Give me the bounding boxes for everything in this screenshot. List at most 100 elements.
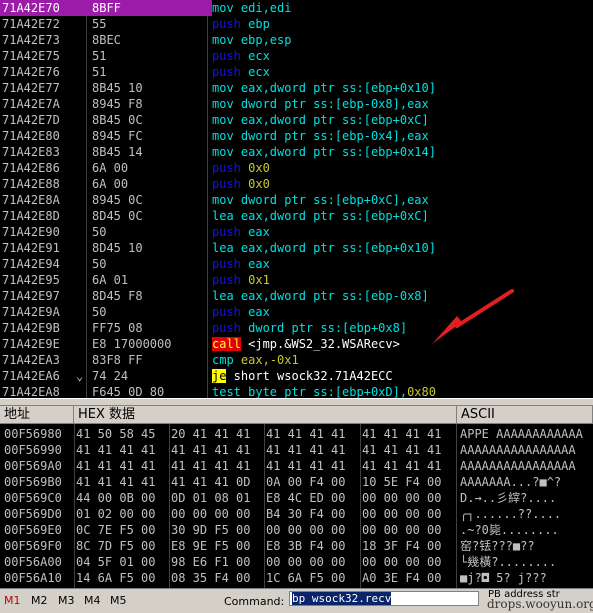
dump-hex-group: 41 41 41 41 [76,443,156,457]
disasm-instruction: mov eax,dword ptr ss:[ebp+0x10] [212,80,592,96]
dump-row[interactable]: 00F569C0 44 00 0B 00 0D 01 08 01 E8 4C ED 0… [0,490,593,506]
dump-header-ascii[interactable]: ASCII [457,406,593,424]
disasm-address: 71A42E97 [2,289,60,303]
disasm-address: 71A42E86 [2,161,60,175]
disasm-row[interactable]: 71A42E80 8945 FC mov dword ptr ss:[ebp-0x4… [0,128,593,144]
dump-hex-group: E8 3B F4 00 [266,539,346,553]
dump-hex-group: 00 00 00 00 [266,555,346,569]
disasm-instruction: mov dword ptr ss:[ebp+0xC],eax [212,192,592,208]
disasm-address: 71A42E72 [2,17,60,31]
instruction-operands: eax,dword ptr ss:[ebp+0x14] [233,145,436,159]
disasm-row[interactable]: 71A42E83 8B45 14 mov eax,dword ptr ss:[ebp… [0,144,593,160]
disasm-address: 71A42EA8 [2,385,60,398]
instruction-mnemonic: lea [212,289,234,303]
disasm-row[interactable]: 71A42E73 8BEC mov ebp,esp [0,32,593,48]
memory-tab-m3[interactable]: M3 [58,594,75,607]
dump-hex-group: E8 9E F5 00 [171,539,251,553]
disasm-row[interactable]: 71A42EA8 F645 0D 80 test byte ptr ss:[ebp+… [0,384,593,398]
disasm-row[interactable]: 71A42E90 50 push eax [0,224,593,240]
disasm-opcode: 8BFF [86,0,212,16]
dump-hex-group: 41 41 41 41 [266,443,346,457]
dump-row[interactable]: 00F56990 41 41 41 41 41 41 41 41 41 41 41 4… [0,442,593,458]
dump-row[interactable]: 00F569F0 8C 7D F5 00 E8 9E F5 00 E8 3B F4 0… [0,538,593,554]
instruction-operands: dword ptr ss:[ebp-0x8],eax [233,97,429,111]
disasm-opcode: 83F8 FF [92,353,143,367]
memory-tab-m5[interactable]: M5 [110,594,127,607]
memory-tab-m1[interactable]: M1 [4,594,21,607]
dump-hex-group: 01 02 00 00 [76,507,156,521]
dump-header-hex[interactable]: HEX 数据 [74,406,457,424]
disasm-instruction: mov eax,dword ptr ss:[ebp+0x14] [212,144,592,160]
instruction-mnemonic: mov [212,97,234,111]
disasm-row[interactable]: 71A42E72 55 push ebp [0,16,593,32]
dump-hex-group: 44 00 0B 00 [76,491,156,505]
dump-row[interactable]: 00F56A10 14 6A F5 00 08 35 F4 00 1C 6A F5 0… [0,570,593,586]
dump-row[interactable]: 00F569A0 41 41 41 41 41 41 41 41 41 41 41 4… [0,458,593,474]
disasm-row[interactable]: 71A42E9A 50 push eax [0,304,593,320]
dump-ascii: D.→..彡縡?.... [460,491,557,505]
dump-row[interactable]: 00F56980 41 50 58 45 20 41 41 41 41 41 41 4… [0,426,593,442]
memory-tab-m4[interactable]: M4 [84,594,101,607]
dump-row[interactable]: 00F569B0 41 41 41 41 41 41 41 0D 0A 00 F4 0… [0,474,593,490]
instruction-operands: eax,dword ptr ss:[ebp+0x10] [233,81,436,95]
dump-hex-group: 20 41 41 41 [171,427,251,441]
disassembly-pane[interactable]: 71A42E70 8BFF mov edi,edi 71A42E72 55 push eb… [0,0,593,398]
dump-header-address[interactable]: 地址 [0,406,74,424]
disasm-row[interactable]: 71A42E97 8D45 F8 lea eax,dword ptr ss:[ebp… [0,288,593,304]
memory-tab-m2[interactable]: M2 [31,594,48,607]
disasm-instruction: cmp eax,-0x1 [212,352,592,368]
disasm-opcode: 8D45 10 [92,241,143,255]
disasm-row[interactable]: 71A42E77 8B45 10 mov eax,dword ptr ss:[ebp… [0,80,593,96]
command-input-value[interactable]: bp wsock32.recv [292,592,392,605]
dump-hex-group: 0C 7E F5 00 [76,523,156,537]
disasm-row[interactable]: 71A42E8A 8945 0C mov dword ptr ss:[ebp+0xC… [0,192,593,208]
command-input[interactable]: bp wsock32.recv [289,591,479,606]
instruction-operands: eax [240,305,270,319]
dump-hex-group: 04 5F 01 00 [76,555,156,569]
disasm-row[interactable]: 71A42E9B FF75 08 push dword ptr ss:[ebp+0x… [0,320,593,336]
disasm-row[interactable]: 71A42E70 8BFF mov edi,edi [0,0,593,16]
instruction-mnemonic: push [212,17,241,31]
disasm-opcode: 8B45 10 [92,81,143,95]
disasm-row[interactable]: 71A42E7D 8B45 0C mov eax,dword ptr ss:[ebp… [0,112,593,128]
disasm-opcode: 8945 FC [92,129,143,143]
disasm-row[interactable]: 71A42E91 8D45 10 lea eax,dword ptr ss:[ebp… [0,240,593,256]
disasm-row[interactable]: 71A42E95 6A 01 push 0x1 [0,272,593,288]
disasm-instruction: je short wsock32.71A42ECC [212,368,592,384]
disasm-instruction: mov eax,dword ptr ss:[ebp+0xC] [212,112,592,128]
instruction-operands: ebp,esp [233,33,292,47]
disasm-instruction: lea eax,dword ptr ss:[ebp+0xC] [212,208,592,224]
disasm-row[interactable]: 71A42E9E E8 17000000 call <jmp.&WS2_32.WSA… [0,336,593,352]
instruction-mnemonic: push [212,305,241,319]
disasm-row[interactable]: 71A42E8D 8D45 0C lea eax,dword ptr ss:[ebp… [0,208,593,224]
dump-hex-group: 41 41 41 41 [362,459,442,473]
dump-ascii: AAAAAAAAAAAAAAAA [460,459,576,473]
disasm-address: 71A42E9B [2,321,60,335]
disasm-instruction: push 0x0 [212,176,592,192]
disasm-row[interactable]: 71A42E94 50 push eax [0,256,593,272]
dump-row[interactable]: 00F56A00 04 5F 01 00 98 E6 F1 00 00 00 00 0… [0,554,593,570]
disasm-address: 71A42E88 [2,177,60,191]
instruction-operands: 0x80 [407,385,436,398]
disasm-row[interactable]: 71A42E7A 8945 F8 mov dword ptr ss:[ebp-0x8… [0,96,593,112]
disasm-opcode: 8945 F8 [92,97,143,111]
instruction-mnemonic: test [212,385,241,398]
disasm-row[interactable]: 71A42E86 6A 00 push 0x0 [0,160,593,176]
dump-hex-group: 41 41 41 41 [76,459,156,473]
disasm-address: 71A42E75 [2,49,60,63]
instruction-operands: short wsock32.71A42ECC [226,369,393,383]
disasm-opcode: 6A 00 [92,177,129,191]
disasm-row[interactable]: 71A42E88 6A 00 push 0x0 [0,176,593,192]
disasm-row[interactable]: 71A42E75 51 push ecx [0,48,593,64]
instruction-mnemonic: mov [212,81,234,95]
hex-dump-pane[interactable]: 地址 HEX 数据 ASCII 00F56980 41 50 58 45 20 41… [0,406,593,588]
disasm-opcode: FF75 08 [92,321,143,335]
disasm-row[interactable]: 71A42E76 51 push ecx [0,64,593,80]
instruction-operands: dword ptr ss:[ebp+0xC],eax [233,193,429,207]
disasm-row[interactable]: 71A42EA3 83F8 FF cmp eax,-0x1 [0,352,593,368]
disasm-row[interactable]: 71A42EA6 74 24 ⌄ je short wsock32.71A42ECC [0,368,593,384]
dump-row[interactable]: 00F569E0 0C 7E F5 00 30 9D F5 00 00 00 00 0… [0,522,593,538]
instruction-mnemonic: mov [212,193,234,207]
dump-row[interactable]: 00F569D0 01 02 00 00 00 00 00 00 B4 30 F4 0… [0,506,593,522]
pane-splitter[interactable] [0,398,593,406]
